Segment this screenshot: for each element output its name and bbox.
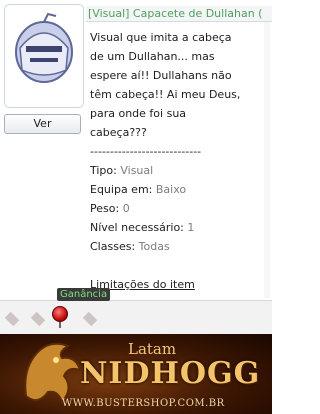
prop-classes: Classes: Todas <box>90 240 170 253</box>
item-description: Visual que imita a cabeça de um Dullahan… <box>90 31 241 139</box>
banner-site: WWW.BUSTERSHOP.COM.BR <box>62 398 225 409</box>
view-button[interactable]: Ver <box>4 114 81 134</box>
item-title-bar: [Visual] Capacete de Dullahan ( <box>86 6 272 22</box>
prop-weight: Peso: 0 <box>90 202 130 215</box>
server-banner[interactable]: Latam NIDHOGG WWW.BUSTERSHOP.COM.BR <box>0 334 272 414</box>
prop-type: Tipo: Visual <box>90 164 154 177</box>
prop-equip: Equipa em: Baixo <box>90 183 187 196</box>
prop-level: Nível necessário: 1 <box>90 221 195 234</box>
banner-server-name: NIDHOGG <box>80 356 261 391</box>
scrollbar[interactable] <box>264 22 270 298</box>
helmet-icon <box>15 12 73 83</box>
item-preview <box>4 4 84 108</box>
pin-icon[interactable] <box>52 306 68 322</box>
item-description-panel: Visual que imita a cabeça de um Dullahan… <box>90 28 266 256</box>
item-title: [Visual] Capacete de Dullahan ( <box>88 7 263 20</box>
separator: ---------------------------- <box>90 145 202 158</box>
tooltip: Ganância <box>57 288 111 301</box>
